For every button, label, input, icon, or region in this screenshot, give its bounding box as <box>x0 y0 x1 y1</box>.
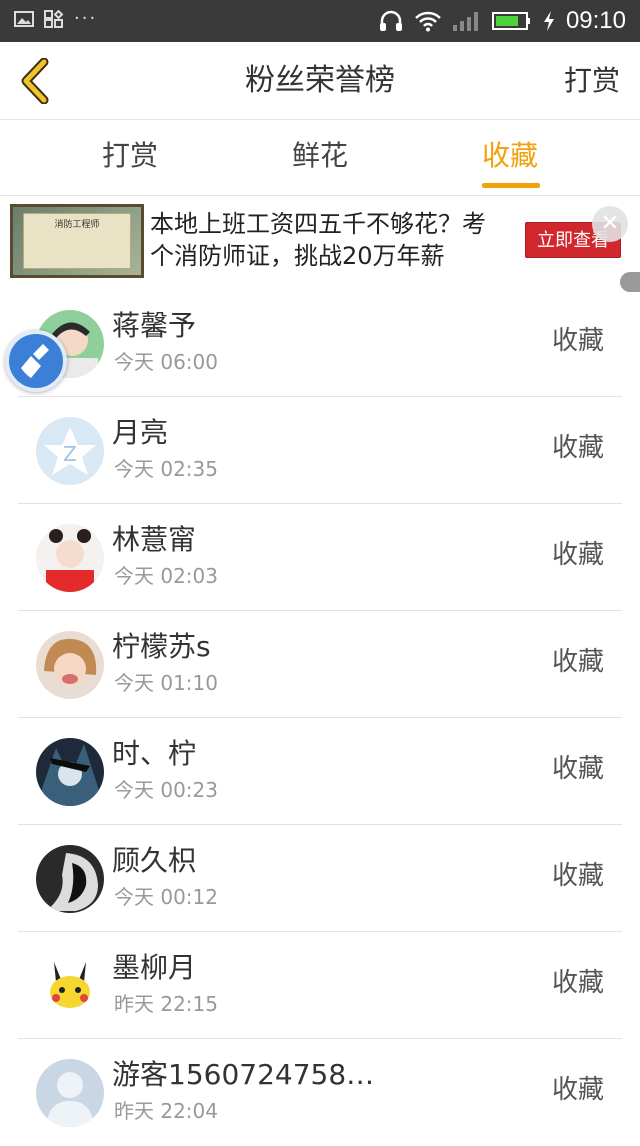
close-icon[interactable]: ✕ <box>592 206 628 242</box>
floating-clean-button[interactable] <box>5 330 67 392</box>
favorite-label: 收藏 <box>551 861 604 891</box>
user-name: 蒋馨予 <box>112 309 197 342</box>
status-bar: ··· 09:10 <box>0 0 640 42</box>
list-item[interactable]: Z 月亮 今天 02:35 收藏 <box>0 397 640 504</box>
image-icon <box>14 11 34 27</box>
ad-image-text: 消防工程师 <box>23 213 131 269</box>
reward-button[interactable]: 打赏 <box>564 62 620 100</box>
signal-icon <box>452 12 478 31</box>
back-button[interactable] <box>16 57 56 105</box>
charging-icon <box>543 11 554 31</box>
favorite-label: 收藏 <box>551 754 604 784</box>
nav-bar: 粉丝荣誉榜 打赏 <box>0 42 640 120</box>
time-label: 今天 02:03 <box>114 564 218 588</box>
status-time: 09:10 <box>565 7 626 34</box>
avatar: Z <box>36 417 104 485</box>
list-item[interactable]: 顾久枳 今天 00:12 收藏 <box>0 825 640 932</box>
fans-list: 蒋馨予 今天 06:00 收藏 Z 月亮 今天 02:35 收藏 林薏甯 今天 … <box>0 290 640 1146</box>
list-item[interactable]: 墨柳月 昨天 22:15 收藏 <box>0 932 640 1039</box>
favorite-label: 收藏 <box>551 1075 604 1105</box>
avatar <box>36 1059 104 1127</box>
apps-icon <box>44 10 64 28</box>
tab-bar: 打赏 鲜花 收藏 <box>0 120 640 196</box>
avatar <box>36 524 104 592</box>
favorite-label: 收藏 <box>551 968 604 998</box>
avatar <box>36 845 104 913</box>
user-name: 林薏甯 <box>112 523 197 556</box>
wifi-icon <box>415 11 441 32</box>
ad-banner[interactable]: 消防工程师 本地上班工资四五千不够花？考个消防师证，挑战20万年薪 立即查看 <box>0 196 640 286</box>
avatar <box>36 952 104 1020</box>
ad-image: 消防工程师 <box>10 204 144 278</box>
page-title: 粉丝荣誉榜 <box>245 63 395 98</box>
time-label: 昨天 22:04 <box>114 1099 218 1123</box>
avatar <box>36 631 104 699</box>
favorite-label: 收藏 <box>551 326 604 356</box>
ad-mark-icon <box>620 272 640 292</box>
user-name: 游客1560724758… <box>112 1058 375 1091</box>
user-name: 月亮 <box>112 416 169 449</box>
time-label: 今天 00:12 <box>114 885 218 909</box>
svg-text:Z: Z <box>63 442 77 466</box>
headphones-icon <box>379 10 402 31</box>
user-name: 柠檬苏s <box>112 630 211 663</box>
user-name: 墨柳月 <box>112 951 197 984</box>
user-name: 顾久枳 <box>112 844 197 877</box>
time-label: 今天 02:35 <box>114 457 218 481</box>
user-name: 时、柠 <box>112 737 197 770</box>
broom-icon <box>21 344 49 378</box>
list-item[interactable]: 蒋馨予 今天 06:00 收藏 <box>0 290 640 397</box>
list-item[interactable]: 游客1560724758… 昨天 22:04 收藏 <box>0 1039 640 1146</box>
back-chevron-icon <box>21 57 49 105</box>
tab-flowers[interactable]: 鲜花 <box>260 138 380 174</box>
list-item[interactable]: 林薏甯 今天 02:03 收藏 <box>0 504 640 611</box>
time-label: 今天 01:10 <box>114 671 218 695</box>
favorite-label: 收藏 <box>551 647 604 677</box>
list-item[interactable]: 柠檬苏s 今天 01:10 收藏 <box>0 611 640 718</box>
tab-reward[interactable]: 打赏 <box>70 138 190 174</box>
time-label: 今天 06:00 <box>114 350 218 374</box>
battery-icon <box>491 12 530 30</box>
favorite-label: 收藏 <box>551 433 604 463</box>
tab-favorites[interactable]: 收藏 <box>450 138 570 174</box>
time-label: 昨天 22:15 <box>114 992 218 1016</box>
list-item[interactable]: 时、柠 今天 00:23 收藏 <box>0 718 640 825</box>
favorite-label: 收藏 <box>551 540 604 570</box>
more-dots-icon: ··· <box>74 8 98 29</box>
time-label: 今天 00:23 <box>114 778 218 802</box>
avatar <box>36 738 104 806</box>
ad-text: 本地上班工资四五千不够花？考个消防师证，挑战20万年薪 <box>150 210 486 270</box>
active-tab-indicator <box>482 183 540 188</box>
